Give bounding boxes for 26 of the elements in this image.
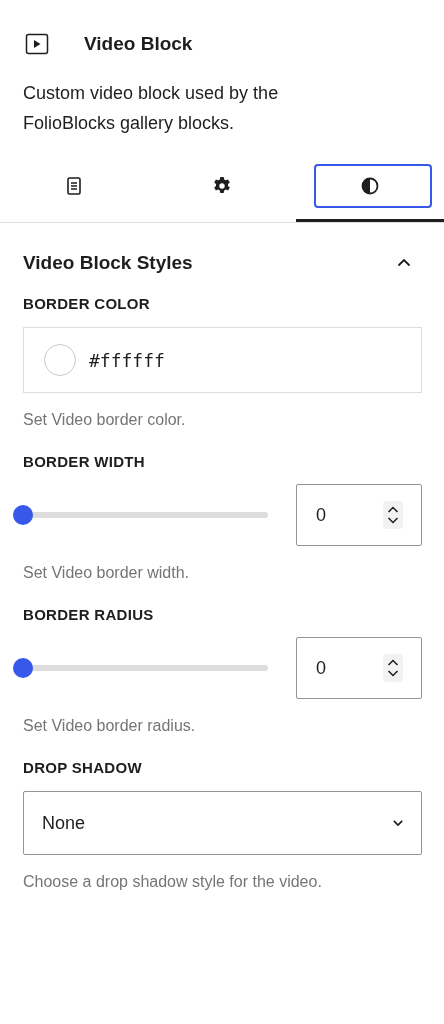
field-label: BORDER RADIUS — [23, 606, 155, 623]
color-swatch[interactable] — [44, 344, 76, 376]
number-field[interactable]: 0 — [296, 484, 422, 546]
chevron-down-icon — [393, 820, 403, 826]
color-field[interactable]: #ffffff — [23, 327, 422, 393]
panel-header[interactable]: Video Block Styles — [0, 223, 444, 275]
stepper-icon — [383, 654, 403, 682]
dropdown-select[interactable]: None — [23, 791, 422, 855]
field-label: DROP SHADOW — [23, 759, 143, 776]
help-text: Choose a drop shadow style for the video. — [23, 873, 323, 891]
color-value: #ffffff — [89, 349, 165, 371]
slider-thumb[interactable] — [13, 658, 33, 678]
field-label: BORDER WIDTH — [23, 453, 146, 470]
slider-thumb[interactable] — [13, 505, 33, 525]
help-text: Set Video border radius. — [23, 717, 197, 735]
video-icon — [25, 32, 49, 56]
help-text: Set Video border color. — [23, 411, 187, 429]
help-text: Set Video border width. — [23, 564, 191, 582]
slider-track[interactable] — [13, 505, 268, 525]
block-description: Custom video block used by the FolioBlocks gallery blocks. — [23, 82, 280, 135]
number-field[interactable]: 0 — [296, 637, 422, 699]
block-title: Video Block — [84, 33, 193, 55]
slider-track[interactable] — [13, 658, 268, 678]
stepper-icon — [383, 501, 403, 529]
tab[interactable] — [296, 164, 444, 222]
field-label: BORDER COLOR — [23, 295, 151, 312]
